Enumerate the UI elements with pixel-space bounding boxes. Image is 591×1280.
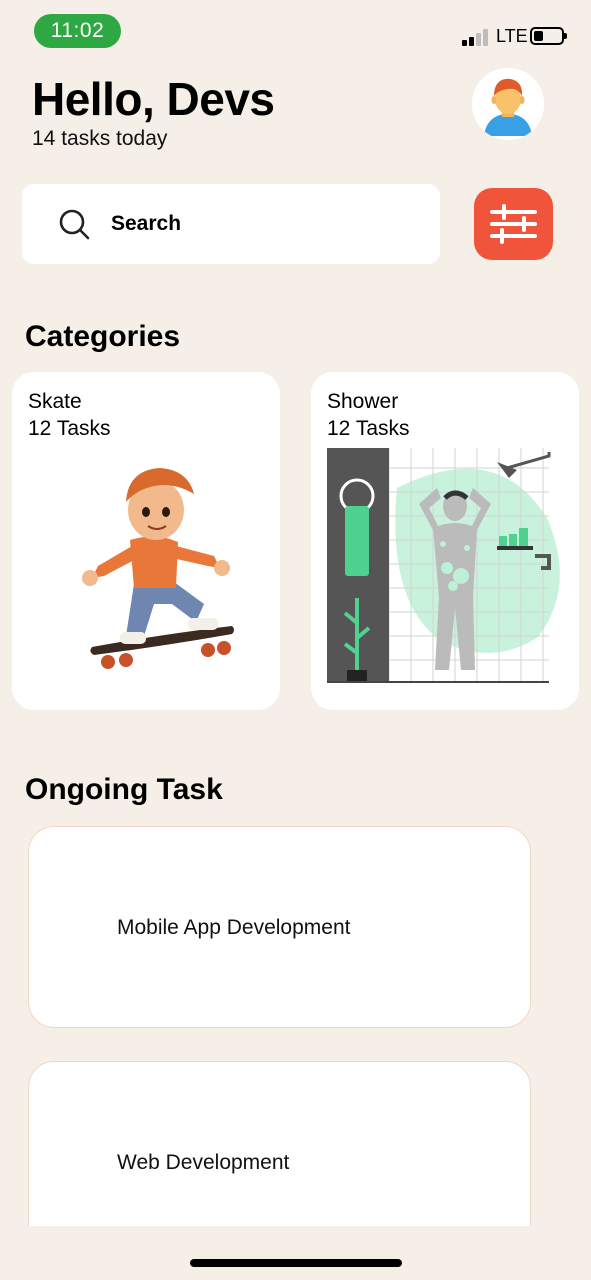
task-title: Web Development [117, 1151, 290, 1174]
shower-illustration [327, 448, 560, 683]
tasks-today-count: 14 tasks today [32, 127, 168, 150]
task-card-mobile-app[interactable]: Mobile App Development [28, 826, 531, 1028]
bottom-safe-area [0, 1226, 591, 1280]
category-card-skate[interactable]: Skate 12 Tasks [12, 372, 280, 710]
category-count: 12 Tasks [28, 417, 111, 440]
categories-heading: Categories [25, 320, 181, 353]
status-time: 11:02 [34, 14, 121, 48]
category-name: Shower [327, 390, 399, 413]
search-input[interactable]: Search [22, 184, 440, 264]
search-icon [59, 209, 90, 240]
search-placeholder: Search [111, 212, 182, 235]
category-count: 12 Tasks [327, 417, 410, 440]
network-label: LTE [496, 26, 528, 46]
filter-button[interactable] [474, 188, 553, 260]
ongoing-task-heading: Ongoing Task [25, 773, 223, 806]
home-indicator[interactable] [190, 1259, 402, 1267]
category-name: Skate [28, 390, 82, 413]
user-avatar-icon [472, 68, 544, 140]
page-title: Hello, Devs [32, 73, 275, 125]
skateboarder-illustration [82, 468, 235, 669]
task-title: Mobile App Development [117, 916, 351, 939]
battery-icon [530, 27, 567, 45]
avatar[interactable] [472, 68, 544, 140]
signal-icon [462, 28, 492, 46]
category-card-shower[interactable]: Shower 12 Tasks [311, 372, 579, 710]
status-bar: 11:02 LTE [0, 0, 591, 60]
sliders-icon [490, 204, 537, 244]
